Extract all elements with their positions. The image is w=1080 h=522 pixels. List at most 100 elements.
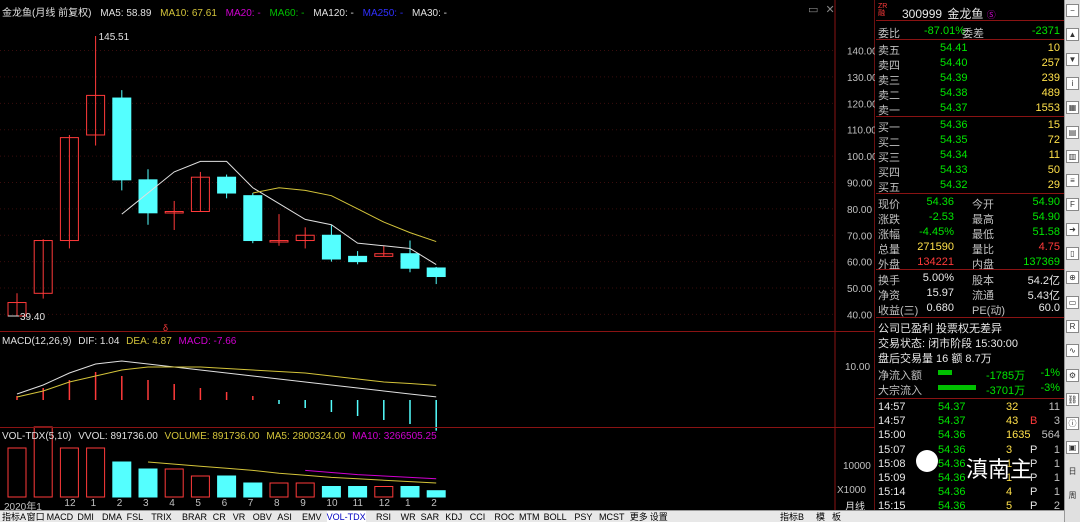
tab-更多[interactable]: 更多 (630, 511, 648, 522)
macd-dif: DIF: 1.04 (78, 336, 120, 347)
volume-bar (138, 468, 158, 498)
price-tick-label: 140.00 (847, 47, 875, 58)
tick-row: 14:57 54.37 43 3 B (878, 415, 1060, 428)
zoom-icon[interactable]: ⊕ (1066, 271, 1079, 285)
tab-right-模[interactable]: 模 (816, 511, 825, 522)
tick-row: 15:00 54.36 1635 564 (878, 429, 1060, 442)
buy-order-row: 买二 54.35 72 (878, 134, 1060, 149)
price-tick-label: 90.00 (847, 178, 872, 189)
tab-dmi[interactable]: DMI (77, 511, 94, 522)
x-axis-label: 3 (143, 498, 149, 509)
book-icon[interactable]: ▯ (1066, 247, 1079, 260)
watermark-text: 滇南主 (966, 458, 1033, 483)
sell-order-row: 卖二 54.38 489 (878, 87, 1060, 102)
x-axis-label: 2 (116, 498, 123, 509)
tab-boll[interactable]: BOLL (544, 511, 567, 522)
tab-roc[interactable]: ROC (494, 511, 514, 522)
x-axis-label: 12 (378, 498, 390, 509)
minus-icon[interactable]: − (1066, 4, 1079, 17)
candle-body (217, 176, 237, 194)
info-icon[interactable]: i (1066, 76, 1079, 90)
kline-chart-area[interactable]: 金龙鱼(月线 前复权) MA5: 58.89 MA10: 67.61 MA20:… (0, 0, 875, 513)
tab-right-指标B[interactable]: 指标B (780, 511, 804, 522)
tab-asi[interactable]: ASI (277, 511, 292, 522)
stock-name: 金龙鱼 (947, 7, 984, 21)
buy-order-row: 买三 54.34 11 (878, 149, 1060, 164)
tab-sar[interactable]: SAR (421, 511, 440, 522)
panel-divider (0, 427, 875, 428)
x-axis-label: 5 (195, 498, 201, 509)
tab-wr[interactable]: WR (401, 511, 416, 522)
tab-cci[interactable]: CCI (470, 511, 486, 522)
tab-macd[interactable]: MACD (47, 511, 74, 522)
tab-brar[interactable]: BRAR (182, 511, 207, 522)
buy-order-row: 买五 54.32 29 (878, 179, 1060, 194)
volume-bar (217, 475, 237, 498)
rsi-icon[interactable]: R (1066, 319, 1079, 333)
tab-obv[interactable]: OBV (253, 511, 272, 522)
x-axis-label: 10 (326, 498, 338, 509)
candle-body (348, 255, 368, 263)
tab-trix[interactable]: TRIX (151, 511, 172, 522)
volume-bar (243, 482, 263, 498)
price-tick-label: 80.00 (847, 205, 872, 216)
tick-row: 14:57 54.37 32 11 (878, 401, 1060, 413)
tab-rsi[interactable]: RSI (376, 511, 391, 522)
news-icon[interactable]: ▭ (1066, 295, 1079, 309)
info2-icon[interactable]: ⓘ (1066, 417, 1079, 431)
tab-指标a[interactable]: 指标A (2, 511, 26, 522)
tab-设置[interactable]: 设置 (650, 511, 668, 522)
tab-dma[interactable]: DMA (102, 511, 122, 522)
price-tick-label: 100.00 (847, 152, 875, 163)
grid-icon[interactable]: ▤ (1066, 125, 1079, 139)
chart-line-icon[interactable]: ∿ (1066, 344, 1079, 358)
tab-窗口[interactable]: 窗口 (27, 511, 45, 522)
low-label: 39.40 (20, 312, 45, 323)
tick-row: 15:14 54.36 4 1 P (878, 486, 1060, 499)
indicator-tab-bar: 指标A 窗口 MACD DMI DMA FSL TRIX BRAR CR VR OBV ASI EMV V… (0, 510, 1064, 522)
candle-body (243, 195, 263, 242)
vol-vvol: VVOL: 891736.00 (78, 431, 158, 442)
f10-icon[interactable]: F (1066, 198, 1079, 212)
x-axis-label: 4 (169, 498, 175, 509)
volume-bar (7, 447, 27, 498)
tab-kdj[interactable]: KDJ (445, 511, 462, 522)
after-hours-volume: 盘后交易量 16 额 8.7万 (878, 353, 992, 365)
volume-bar (374, 486, 394, 498)
tab-vr[interactable]: VR (233, 511, 246, 522)
down-arrow-icon[interactable]: ▼ (1066, 52, 1079, 66)
net-inflow-bar (938, 370, 952, 375)
week-label[interactable]: 周 (1066, 490, 1079, 503)
volume-bar (269, 482, 289, 498)
sell-order-row: 卖三 54.39 239 (878, 72, 1060, 87)
macd-axis-label: 10.00 (845, 362, 871, 373)
bar-chart-icon[interactable]: ▥ (1066, 149, 1079, 163)
arrow-icon[interactable]: ➜ (1066, 222, 1079, 236)
tab-cr[interactable]: CR (213, 511, 226, 522)
volume-bar (348, 486, 368, 498)
x-axis-label: 7 (247, 498, 254, 509)
chart-icon[interactable]: ▦ (1066, 101, 1079, 115)
price-tick-label: 70.00 (847, 231, 872, 242)
up-arrow-icon[interactable]: ▲ (1066, 28, 1079, 42)
box-icon[interactable]: ▣ (1066, 441, 1079, 455)
price-tick-label: 50.00 (847, 284, 872, 295)
tab-right-板[interactable]: 板 (832, 511, 841, 522)
link-icon[interactable]: ⛓ (1066, 392, 1079, 406)
day-label[interactable]: 日 (1066, 466, 1079, 479)
tab-psy[interactable]: PSY (574, 511, 592, 522)
candle-body (400, 253, 420, 269)
tab-emv[interactable]: EMV (302, 511, 322, 522)
price-tick-label: 130.00 (847, 73, 875, 84)
buy-order-row: 买四 54.33 50 (878, 164, 1060, 179)
high-label: 145.51 (99, 32, 130, 43)
tab-mtm[interactable]: MTM (519, 511, 540, 522)
stock-flag-icon: Ⓢ (986, 10, 996, 20)
settings-icon[interactable]: ⚙ (1066, 368, 1079, 382)
list-icon[interactable]: ≡ (1066, 174, 1079, 188)
stat-row: 涨跌 -2.53 最高 54.90 (878, 211, 1060, 226)
tab-mcst[interactable]: MCST (599, 511, 625, 522)
tab-fsl[interactable]: FSL (127, 511, 144, 522)
tab-vol-tdx[interactable]: VOL-TDX (326, 511, 366, 522)
x-axis-label: 9 (300, 498, 306, 509)
